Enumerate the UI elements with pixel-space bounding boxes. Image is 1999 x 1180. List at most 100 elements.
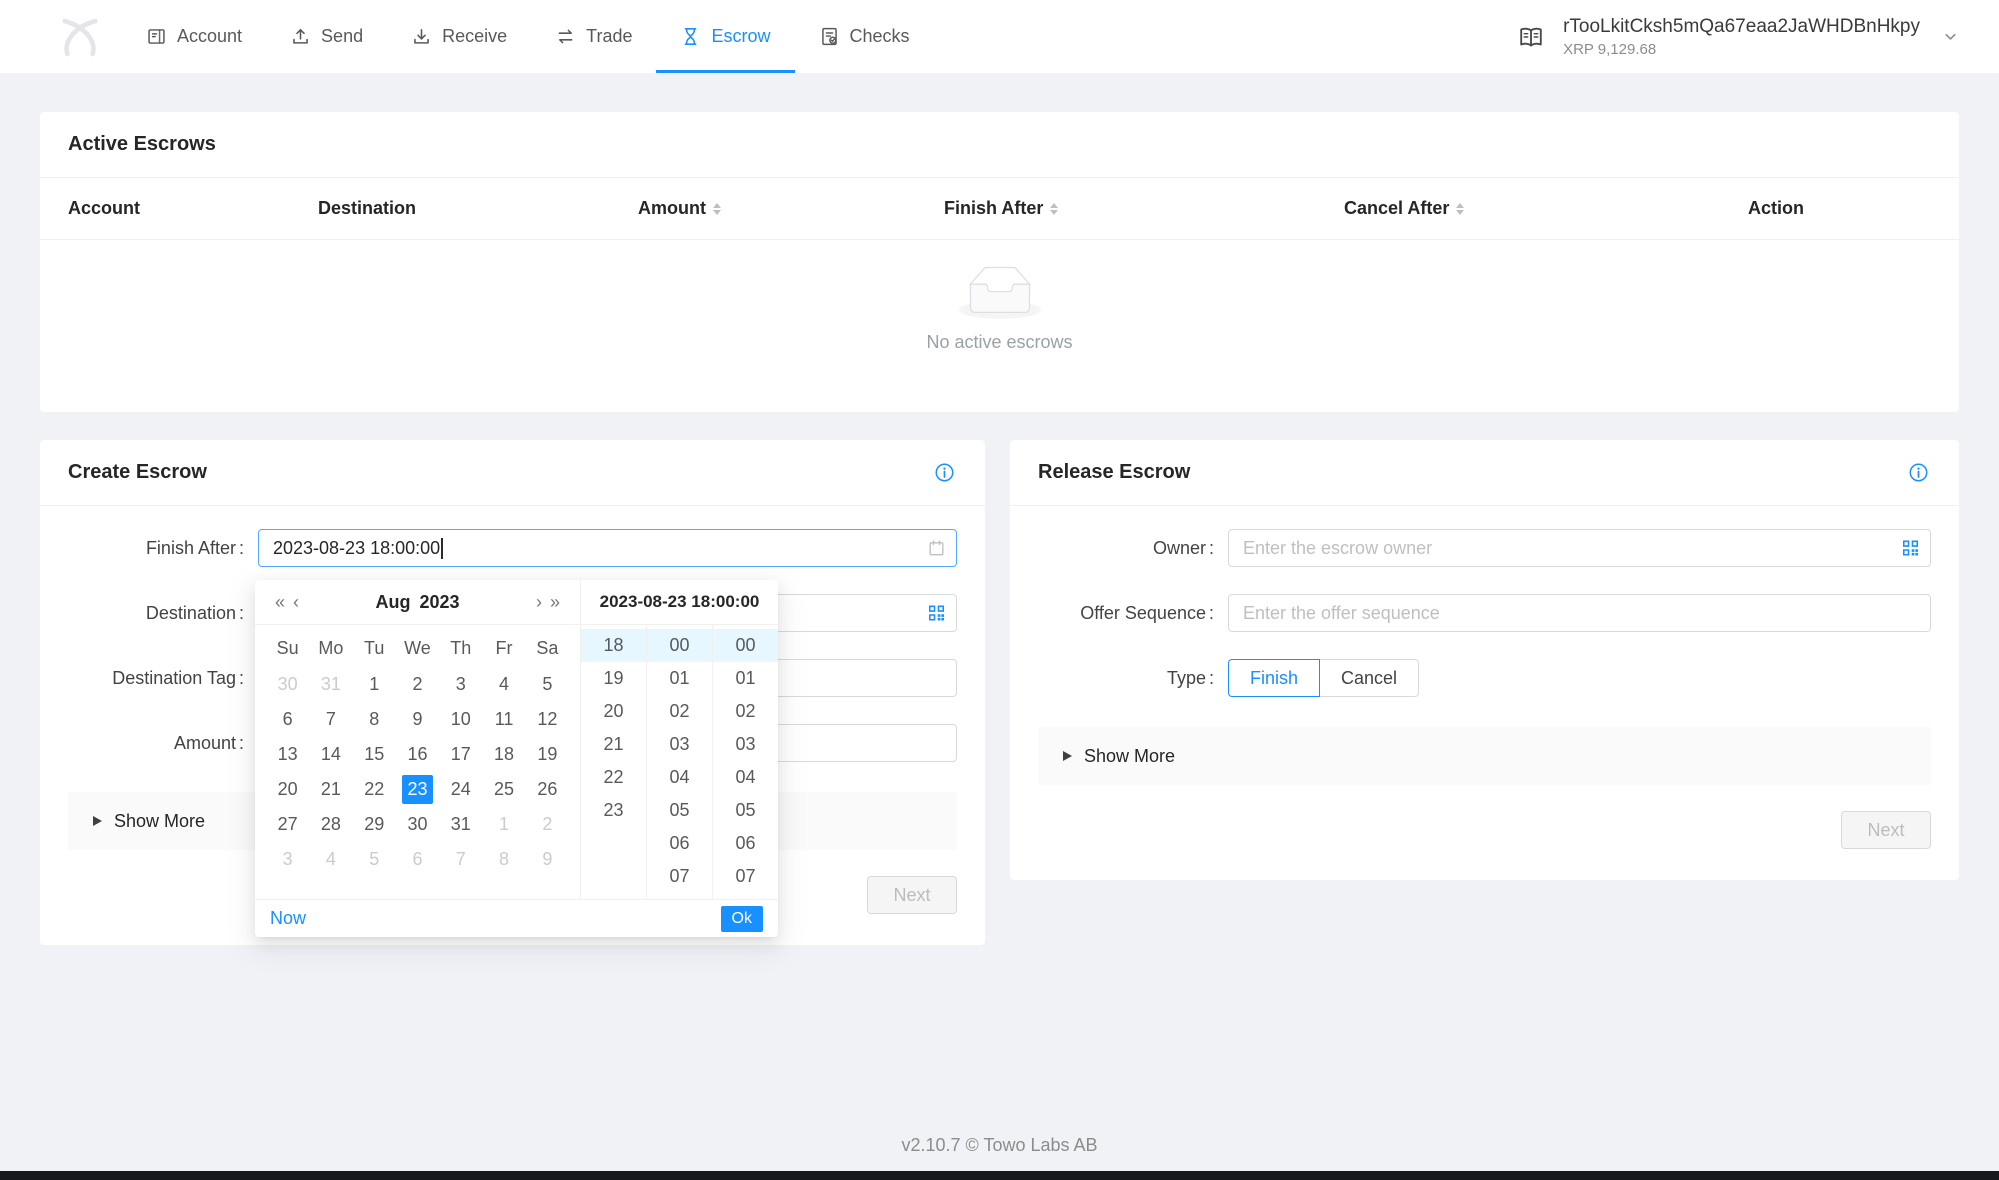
calendar-day[interactable]: 6 — [396, 842, 439, 877]
calendar-day[interactable]: 20 — [266, 772, 309, 807]
second-cell[interactable]: 06 — [713, 827, 778, 860]
calendar-day[interactable]: 12 — [526, 702, 569, 737]
calendar-day[interactable]: 6 — [266, 702, 309, 737]
hour-cell[interactable]: 18 — [581, 629, 646, 662]
now-link[interactable]: Now — [270, 908, 306, 929]
calendar-day[interactable]: 14 — [309, 737, 352, 772]
second-cell[interactable]: 07 — [713, 860, 778, 893]
calendar-day[interactable]: 28 — [309, 807, 352, 842]
calendar-day[interactable]: 16 — [396, 737, 439, 772]
calendar-day[interactable]: 3 — [266, 842, 309, 877]
second-cell[interactable]: 01 — [713, 662, 778, 695]
minute-cell[interactable]: 05 — [647, 794, 712, 827]
tab-receive[interactable]: Receive — [387, 0, 531, 73]
calendar-day[interactable]: 26 — [526, 772, 569, 807]
calendar-day[interactable]: 31 — [309, 667, 352, 702]
calendar-day[interactable]: 1 — [482, 807, 525, 842]
minute-cell[interactable]: 03 — [647, 728, 712, 761]
calendar-day[interactable]: 30 — [396, 807, 439, 842]
calendar-day[interactable]: 1 — [353, 667, 396, 702]
chevron-down-icon[interactable] — [1942, 28, 1959, 45]
tab-account[interactable]: Account — [122, 0, 266, 73]
next-button[interactable]: Next — [867, 876, 957, 914]
hour-cell[interactable]: 19 — [581, 662, 646, 695]
minute-cell[interactable]: 02 — [647, 695, 712, 728]
hour-cell[interactable]: 20 — [581, 695, 646, 728]
type-option-cancel[interactable]: Cancel — [1319, 659, 1419, 697]
year-select[interactable]: 2023 — [419, 592, 459, 612]
second-cell[interactable]: 04 — [713, 761, 778, 794]
tab-send[interactable]: Send — [266, 0, 387, 73]
calendar-day[interactable]: 17 — [439, 737, 482, 772]
calendar-day[interactable]: 7 — [439, 842, 482, 877]
qr-scan-icon[interactable] — [927, 604, 946, 623]
hour-cell[interactable]: 22 — [581, 761, 646, 794]
info-icon[interactable] — [1908, 462, 1929, 483]
calendar-day[interactable]: 7 — [309, 702, 352, 737]
calendar-day[interactable]: 4 — [482, 667, 525, 702]
owner-input[interactable] — [1228, 529, 1931, 567]
sort-icon[interactable] — [1456, 203, 1464, 215]
column-header-cancel-after[interactable]: Cancel After — [1344, 198, 1748, 219]
minute-cell[interactable]: 06 — [647, 827, 712, 860]
calendar-day[interactable]: 25 — [482, 772, 525, 807]
calendar-day[interactable]: 24 — [439, 772, 482, 807]
finish-after-input[interactable]: 2023-08-23 18:00:00 — [258, 529, 957, 567]
calendar-day[interactable]: 15 — [353, 737, 396, 772]
calendar-day[interactable]: 4 — [309, 842, 352, 877]
calendar-day[interactable]: 31 — [439, 807, 482, 842]
next-month-icon[interactable]: › — [532, 593, 546, 611]
prev-month-icon[interactable]: ‹ — [289, 593, 303, 611]
calendar-day[interactable]: 5 — [526, 667, 569, 702]
calendar-day-selected[interactable]: 23 — [396, 772, 439, 807]
column-header-finish-after[interactable]: Finish After — [944, 198, 1344, 219]
prev-year-icon[interactable]: « — [271, 593, 289, 611]
calendar-day[interactable]: 8 — [482, 842, 525, 877]
sort-icon[interactable] — [713, 203, 721, 215]
calendar-day[interactable]: 22 — [353, 772, 396, 807]
calendar-day[interactable]: 18 — [482, 737, 525, 772]
calendar-day[interactable]: 21 — [309, 772, 352, 807]
second-cell[interactable]: 05 — [713, 794, 778, 827]
calendar-day[interactable]: 9 — [526, 842, 569, 877]
calendar-day[interactable]: 30 — [266, 667, 309, 702]
minute-cell[interactable]: 00 — [647, 629, 712, 662]
info-icon[interactable] — [934, 462, 955, 483]
calendar-day[interactable]: 11 — [482, 702, 525, 737]
calendar-day[interactable]: 2 — [526, 807, 569, 842]
calendar-day[interactable]: 13 — [266, 737, 309, 772]
tab-trade[interactable]: Trade — [531, 0, 656, 73]
calendar-day[interactable]: 27 — [266, 807, 309, 842]
calendar-day[interactable]: 3 — [439, 667, 482, 702]
type-option-finish[interactable]: Finish — [1228, 659, 1320, 697]
tab-checks[interactable]: Checks — [795, 0, 934, 73]
offer-sequence-input[interactable] — [1228, 594, 1931, 632]
calendar-day[interactable]: 10 — [439, 702, 482, 737]
next-year-icon[interactable]: » — [546, 593, 564, 611]
next-button[interactable]: Next — [1841, 811, 1931, 849]
address-book-icon[interactable] — [1517, 23, 1545, 51]
minute-cell[interactable]: 07 — [647, 860, 712, 893]
minute-cell[interactable]: 04 — [647, 761, 712, 794]
show-more-toggle[interactable]: Show More — [1038, 727, 1931, 785]
column-header-amount[interactable]: Amount — [638, 198, 944, 219]
calendar-day[interactable]: 5 — [353, 842, 396, 877]
hour-cell[interactable]: 21 — [581, 728, 646, 761]
app-logo[interactable] — [52, 9, 108, 65]
calendar-day[interactable]: 2 — [396, 667, 439, 702]
sort-icon[interactable] — [1050, 203, 1058, 215]
qr-scan-icon[interactable] — [1901, 539, 1920, 558]
minute-cell[interactable]: 01 — [647, 662, 712, 695]
calendar-day[interactable]: 9 — [396, 702, 439, 737]
calendar-day[interactable]: 29 — [353, 807, 396, 842]
second-cell[interactable]: 00 — [713, 629, 778, 662]
second-cell[interactable]: 03 — [713, 728, 778, 761]
second-cell[interactable]: 02 — [713, 695, 778, 728]
calendar-day[interactable]: 8 — [353, 702, 396, 737]
month-select[interactable]: Aug — [375, 592, 410, 612]
hour-cell[interactable]: 23 — [581, 794, 646, 827]
calendar-day[interactable]: 19 — [526, 737, 569, 772]
ok-button[interactable]: Ok — [721, 906, 763, 932]
calendar-icon[interactable] — [927, 539, 946, 558]
tab-escrow[interactable]: Escrow — [656, 0, 794, 73]
